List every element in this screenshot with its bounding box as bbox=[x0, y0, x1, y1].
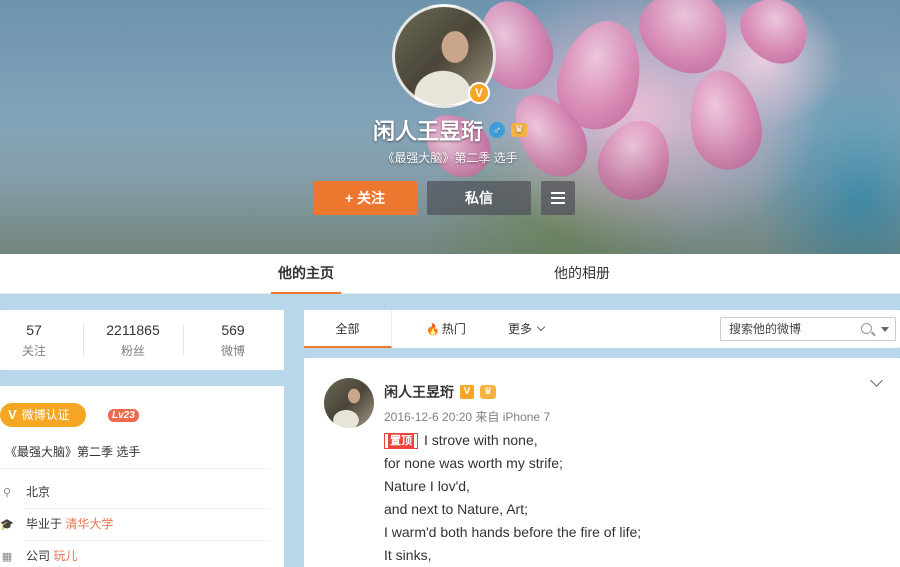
post-line: It sinks, bbox=[384, 547, 432, 563]
location-text: 北京 bbox=[26, 485, 51, 499]
feed-filter-bar: 全部 🔥 热门 更多 bbox=[304, 310, 900, 348]
stat-value: 569 bbox=[221, 322, 245, 338]
verified-v-icon: V bbox=[460, 385, 474, 399]
stat-followers[interactable]: 2211865 粉丝 bbox=[88, 322, 178, 359]
stat-value: 57 bbox=[26, 322, 42, 338]
divider bbox=[83, 324, 84, 356]
post-line: Nature I lov'd, bbox=[384, 478, 470, 494]
post-author-avatar[interactable] bbox=[324, 378, 374, 428]
feed-search bbox=[720, 317, 896, 341]
company-prefix: 公司 bbox=[26, 549, 51, 563]
info-description: 《最强大脑》第二季 选手 bbox=[5, 445, 141, 459]
member-crown-icon[interactable]: ♛ bbox=[511, 123, 527, 137]
verified-v-icon: V bbox=[8, 407, 17, 422]
post-author-name[interactable]: 闲人王昱珩 bbox=[384, 382, 454, 402]
verified-badge-icon: V bbox=[468, 82, 490, 104]
post-line-text: I strove with none, bbox=[424, 432, 538, 448]
tab-all[interactable]: 全部 bbox=[304, 310, 392, 348]
weibo-post: 闲人王昱珩 V ♛ 2016-12-6 20:20 来自 iPhone 7 置顶… bbox=[304, 358, 900, 567]
chevron-down-icon[interactable] bbox=[870, 374, 883, 387]
graduation-cap-icon: 🎓 bbox=[0, 519, 14, 531]
menu-icon bbox=[551, 192, 565, 204]
tab-more-label: 更多 bbox=[507, 322, 532, 336]
profile-info-card: V 微博认证 Lv23 《最强大脑》第二季 选手 ⚲ 北京 🎓 毕业于 清华大学 ▦ 公… bbox=[0, 386, 284, 567]
company-link[interactable]: 玩儿 bbox=[53, 549, 77, 563]
info-location: ⚲ 北京 bbox=[0, 482, 50, 502]
male-gender-icon: ♂ bbox=[489, 122, 505, 138]
info-company: ▦ 公司 玩儿 bbox=[0, 546, 78, 566]
tab-hot-label: 热门 bbox=[441, 322, 466, 336]
pinned-tag-label: 置顶 bbox=[388, 434, 414, 448]
level-badge[interactable]: Lv23 bbox=[108, 409, 139, 422]
pinned-tag: 置顶 bbox=[384, 433, 418, 449]
tab-hot[interactable]: 🔥 热门 bbox=[416, 310, 476, 348]
tab-home[interactable]: 他的主页 bbox=[271, 254, 341, 294]
post-line: and next to Nature, Art; bbox=[384, 501, 528, 517]
fire-icon: 🔥 bbox=[426, 324, 440, 336]
school-link[interactable]: 清华大学 bbox=[65, 517, 113, 531]
stats-card: 57 关注 2211865 粉丝 569 微博 bbox=[0, 310, 284, 370]
location-pin-icon: ⚲ bbox=[2, 487, 12, 499]
divider bbox=[183, 324, 184, 356]
chevron-down-icon bbox=[536, 322, 546, 332]
post-text: 置顶 I strove with none, for none was worth… bbox=[384, 429, 641, 567]
divider bbox=[24, 540, 270, 541]
divider bbox=[0, 468, 270, 469]
tab-albums[interactable]: 他的相册 bbox=[545, 254, 619, 294]
post-line: 置顶 I strove with none, bbox=[384, 429, 641, 452]
search-input[interactable] bbox=[721, 318, 857, 340]
divider bbox=[24, 508, 270, 509]
profile-nav: 他的主页 他的相册 bbox=[0, 254, 900, 294]
verify-label: 微博认证 bbox=[21, 408, 70, 422]
profile-name: 闲人王昱珩 bbox=[372, 119, 483, 144]
post-line: for none was worth my strife; bbox=[384, 455, 563, 471]
stat-value: 2211865 bbox=[106, 322, 160, 338]
search-dropdown-icon[interactable] bbox=[881, 327, 889, 332]
briefcase-icon: ▦ bbox=[1, 551, 13, 563]
profile-description: 《最强大脑》第二季 选手 bbox=[382, 151, 518, 165]
profile-name-line: 闲人王昱珩 ♂ ♛ bbox=[300, 114, 600, 146]
post-timestamp[interactable]: 2016-12-6 20:20 来自 iPhone 7 bbox=[384, 408, 550, 425]
stat-label: 粉丝 bbox=[120, 344, 145, 358]
member-crown-icon[interactable]: ♛ bbox=[480, 385, 496, 399]
search-icon[interactable] bbox=[861, 323, 872, 334]
info-education: 🎓 毕业于 清华大学 bbox=[0, 514, 113, 534]
stat-label: 微博 bbox=[220, 344, 245, 358]
post-line: I warm'd both hands before the fire of l… bbox=[384, 524, 642, 540]
stat-label: 关注 bbox=[21, 344, 46, 358]
follow-button[interactable]: + 关注 bbox=[313, 181, 417, 215]
stat-posts[interactable]: 569 微博 bbox=[188, 322, 278, 359]
weibo-verified-badge[interactable]: V 微博认证 bbox=[0, 403, 86, 427]
message-button[interactable]: 私信 bbox=[427, 181, 531, 215]
more-menu-button[interactable] bbox=[541, 181, 575, 215]
stat-following[interactable]: 57 关注 bbox=[0, 322, 79, 359]
education-prefix: 毕业于 bbox=[26, 517, 63, 531]
tab-more-dropdown[interactable]: 更多 bbox=[500, 310, 552, 348]
post-header: 闲人王昱珩 V ♛ bbox=[384, 382, 496, 402]
